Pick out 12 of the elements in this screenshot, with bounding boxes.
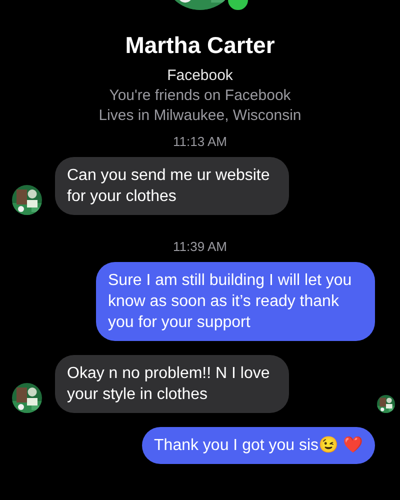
timestamp: 11:39 AM [173, 239, 227, 254]
profile-info: Facebook [167, 67, 233, 84]
message-bubble: Thank you I got you sis😉 ❤ [142, 427, 375, 464]
avatar [12, 383, 42, 413]
profile-name: Martha Carter [125, 32, 275, 59]
timestamp: 11:13 AM [173, 134, 227, 149]
message-bubble: Sure I am still building I will let you know as soon as it’s ready thank you for your support [96, 262, 375, 341]
message-bubble: Can you send me ur website for your clothes [55, 157, 289, 215]
message-bubble: Okay n no problem!! N I love your style in clothes [55, 355, 289, 413]
profile-info: Lives in Milwaukee, Wisconsin [98, 107, 302, 124]
avatar [12, 185, 42, 215]
profile-info: You're friends on Facebook [109, 87, 291, 104]
